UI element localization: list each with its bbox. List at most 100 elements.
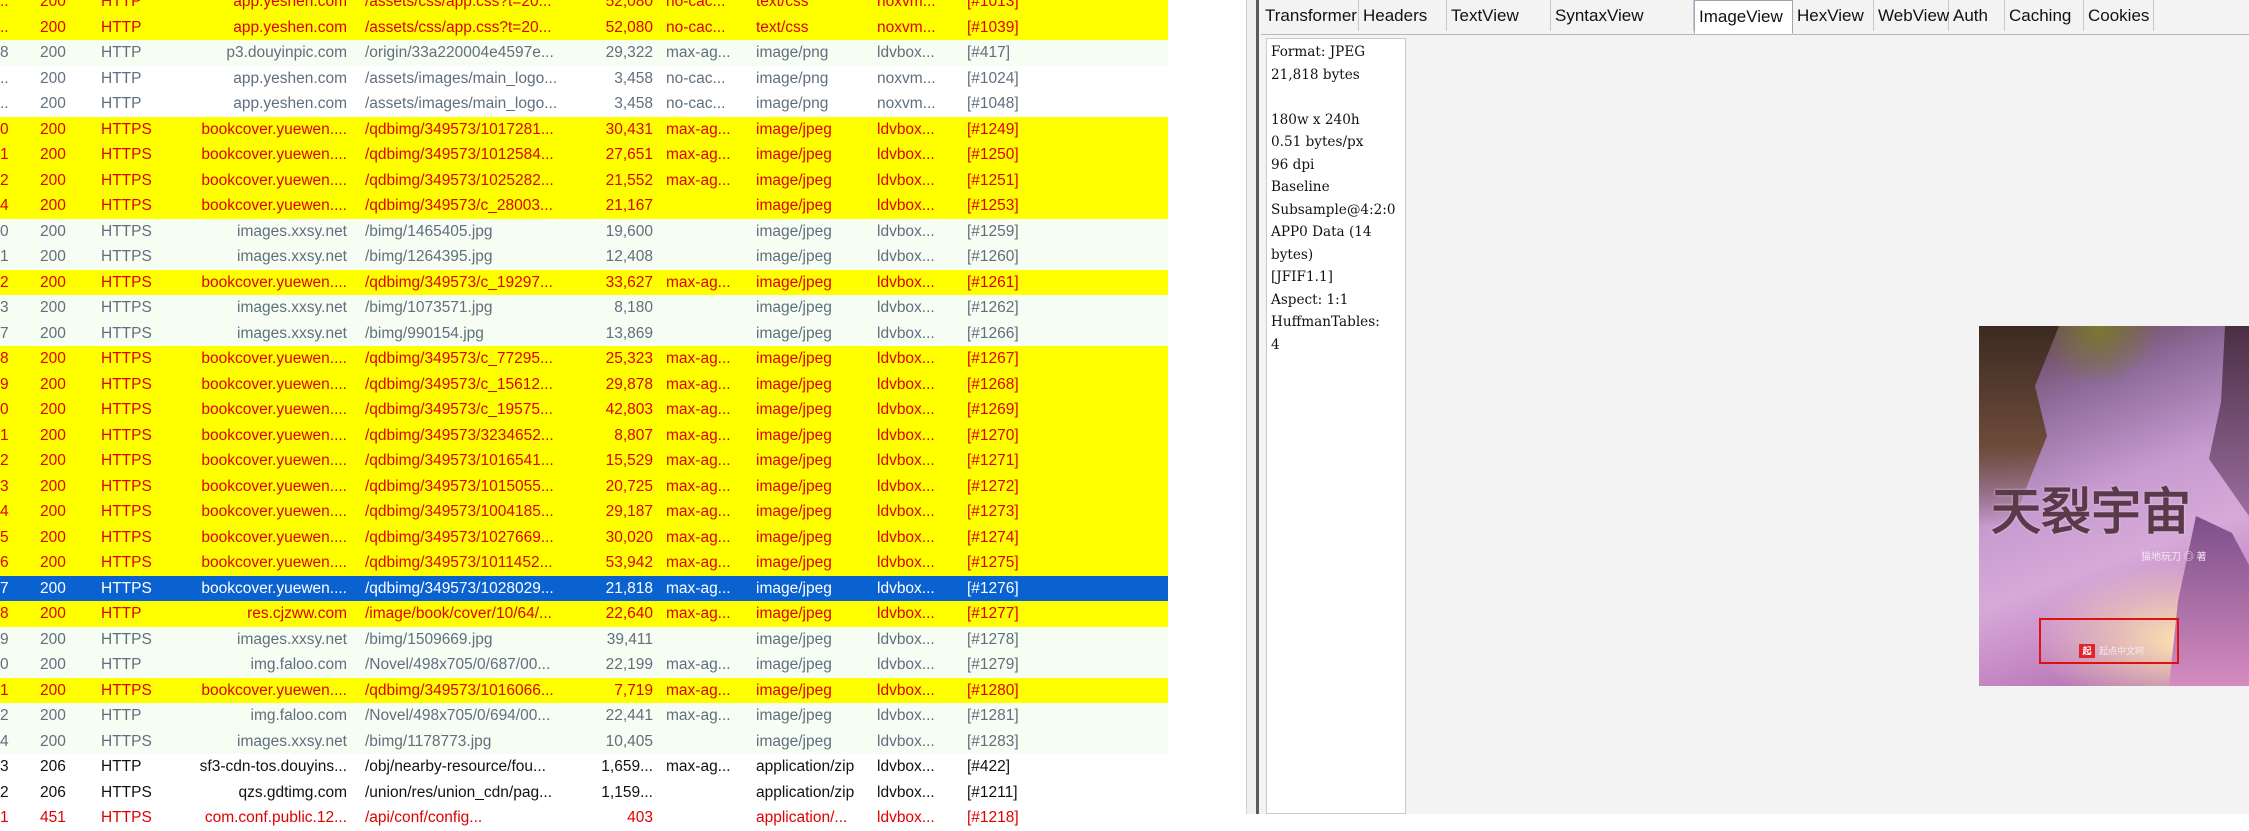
- cell-protocol: HTTPS: [101, 554, 152, 571]
- cell-content-type: application/zip: [756, 783, 855, 801]
- session-row[interactable]: 8 200 HTTP res.cjzww.com/image/book/cover/1…: [0, 601, 1168, 627]
- tab-imageview[interactable]: ImageView: [1694, 0, 1793, 34]
- session-row[interactable]: 1 451 HTTPS com.conf.public.12... /api/conf/…: [0, 805, 1168, 831]
- session-row[interactable]: 6 200 HTTPS bookcover.yuewen.... /qdbimg/349…: [0, 550, 1168, 576]
- tab-transformer[interactable]: Transformer: [1261, 0, 1359, 31]
- session-row[interactable]: 3 200 HTTPS images.xxsy.net/bimg/1073571.jp…: [0, 295, 1168, 321]
- session-row[interactable]: 7 200 HTTPS bookcover.yuewen.... /qdbimg/349…: [0, 575, 1168, 601]
- cell-body: 8,180: [614, 299, 653, 316]
- session-row[interactable]: 3 200 HTTPS bookcover.yuewen.... /qdbimg/349…: [0, 473, 1168, 499]
- session-row[interactable]: 4 200 HTTPS bookcover.yuewen.... /qdbimg/349…: [0, 499, 1168, 525]
- metadata-line: APP0 Data (14: [1271, 224, 1372, 240]
- cell-custom: [#1267]: [967, 350, 1019, 367]
- session-row[interactable]: 8 200 HTTPS bookcover.yuewen.... /qdbimg/349…: [0, 346, 1168, 372]
- session-row[interactable]: 0 200 HTTP img.faloo.com/Novel/498x705/0/68…: [0, 652, 1168, 678]
- cell-caching: max-ag...: [666, 656, 731, 673]
- tab-headers[interactable]: Headers: [1359, 0, 1447, 31]
- cell-process: noxvm...: [877, 95, 936, 112]
- session-row[interactable]: 1 200 HTTPS bookcover.yuewen.... /qdbimg/349…: [0, 677, 1168, 703]
- session-row[interactable]: 0 200 HTTPS images.xxsy.net/bimg/1465405.jp…: [0, 218, 1168, 244]
- cell-caching: max-ag...: [666, 401, 731, 418]
- cover-title: 天裂宇宙: [1991, 482, 2191, 541]
- session-row[interactable]: 9 200 HTTPS bookcover.yuewen.... /qdbimg/349…: [0, 371, 1168, 397]
- cell-url: /Novel/498x705/0/694/00...: [365, 707, 551, 724]
- session-row[interactable]: 1 200 HTTPS images.xxsy.net/bimg/1264395.jp…: [0, 244, 1168, 270]
- session-row[interactable]: 7 200 HTTPS images.xxsy.net/bimg/990154.jpg…: [0, 320, 1168, 346]
- cell-result: 200: [40, 44, 66, 61]
- cell-host: sf3-cdn-tos.douyins...: [199, 758, 347, 775]
- cell-body: 22,441: [605, 707, 653, 724]
- cell-custom: [#1266]: [967, 324, 1019, 342]
- session-row[interactable]: 8 200 HTTP p3.douyinpic.com/origin/33a22000…: [0, 40, 1168, 66]
- cell-caching: max-ag...: [666, 426, 731, 444]
- cell-result: 200: [40, 528, 66, 546]
- cell-body: 29,322: [605, 44, 653, 61]
- cell-process: ldvbox...: [877, 401, 935, 418]
- session-row[interactable]: 2 200 HTTPS bookcover.yuewen.... /qdbimg/349…: [0, 448, 1168, 474]
- cell-custom: [#1273]: [967, 503, 1019, 520]
- cell-protocol: HTTPS: [101, 681, 152, 699]
- session-row[interactable]: 2 200 HTTPS bookcover.yuewen.... /qdbimg/349…: [0, 269, 1168, 295]
- session-row[interactable]: 1 200 HTTPS bookcover.yuewen.... /qdbimg/349…: [0, 422, 1168, 448]
- pane-splitter[interactable]: [1246, 0, 1259, 814]
- session-row[interactable]: 4 200 HTTPS bookcover.yuewen.... /qdbimg/349…: [0, 193, 1168, 219]
- cell-result: 200: [40, 452, 66, 469]
- cell-protocol: HTTPS: [101, 732, 152, 750]
- session-row[interactable]: 3 206 HTTP sf3-cdn-tos.douyins... /obj/nearb…: [0, 754, 1168, 780]
- session-row[interactable]: 5 200 HTTPS bookcover.yuewen.... /qdbimg/349…: [0, 524, 1168, 550]
- session-row[interactable]: .. 200 HTTP app.yeshen.com/assets/images/ma…: [0, 91, 1168, 117]
- tab-webview[interactable]: WebView: [1874, 0, 1949, 31]
- session-row[interactable]: 2 200 HTTPS bookcover.yuewen.... /qdbimg/349…: [0, 167, 1168, 193]
- cell-url: /qdbimg/349573/1012584...: [365, 146, 554, 163]
- cell-process: ldvbox...: [877, 146, 935, 163]
- cell-host: bookcover.yuewen....: [201, 171, 347, 189]
- tab-cookies[interactable]: Cookies: [2084, 0, 2154, 31]
- cell-url: /bimg/990154.jpg: [365, 324, 484, 342]
- session-row[interactable]: .. 200 HTTP app.yeshen.com/assets/css/app.c…: [0, 0, 1168, 15]
- session-row[interactable]: 2 206 HTTPS qzs.gdtimg.com/union/res/union_…: [0, 779, 1168, 805]
- tab-caching[interactable]: Caching: [2005, 0, 2084, 31]
- cell-content-type: image/jpeg: [756, 299, 832, 316]
- cell-result: 200: [40, 707, 66, 724]
- cell-protocol: HTTPS: [101, 146, 152, 163]
- cell-caching: max-ag...: [666, 375, 731, 393]
- tab-auth[interactable]: Auth: [1949, 0, 2005, 31]
- metadata-line: Subsample@4:2:0: [1271, 201, 1396, 218]
- cell-protocol: HTTP: [101, 44, 142, 61]
- cell-result: 200: [40, 503, 66, 520]
- cell-process: ldvbox...: [877, 809, 935, 826]
- cell-id: 0: [0, 120, 9, 138]
- cell-result: 200: [40, 554, 66, 571]
- session-row[interactable]: 0 200 HTTPS bookcover.yuewen.... /qdbimg/349…: [0, 116, 1168, 142]
- cell-result: 451: [40, 809, 66, 826]
- cell-caching: max-ag...: [666, 350, 731, 367]
- cell-host: bookcover.yuewen....: [201, 146, 347, 163]
- cell-id: 2: [0, 171, 9, 189]
- session-row[interactable]: .. 200 HTTP app.yeshen.com/assets/images/ma…: [0, 65, 1168, 91]
- cell-url: /image/book/cover/10/64/...: [365, 605, 552, 622]
- cell-process: ldvbox...: [877, 579, 935, 597]
- session-row[interactable]: 1 200 HTTPS bookcover.yuewen.... /qdbimg/349…: [0, 142, 1168, 168]
- session-row[interactable]: .. 200 HTTP app.yeshen.com/assets/css/app.c…: [0, 14, 1168, 40]
- cell-url: /assets/images/main_logo...: [365, 95, 558, 112]
- cell-id: ..: [0, 18, 9, 36]
- tab-hexview[interactable]: HexView: [1793, 0, 1874, 31]
- session-row[interactable]: 9 200 HTTPS images.xxsy.net/bimg/1509669.jp…: [0, 626, 1168, 652]
- session-row[interactable]: 4 200 HTTPS images.xxsy.net/bimg/1178773.jp…: [0, 728, 1168, 754]
- cell-content-type: image/jpeg: [756, 375, 832, 393]
- cell-content-type: image/jpeg: [756, 273, 832, 291]
- cell-caching: max-ag...: [666, 579, 731, 597]
- session-row[interactable]: 0 200 HTTPS bookcover.yuewen.... /qdbimg/349…: [0, 397, 1168, 423]
- cell-host: bookcover.yuewen....: [201, 503, 347, 520]
- cell-host: images.xxsy.net: [237, 299, 347, 316]
- cell-id: ..: [0, 0, 9, 10]
- tab-textview[interactable]: TextView: [1447, 0, 1551, 31]
- cell-host: bookcover.yuewen....: [201, 273, 347, 291]
- tab-syntaxview[interactable]: SyntaxView: [1551, 0, 1694, 31]
- cell-process: noxvm...: [877, 18, 936, 36]
- cell-host: images.xxsy.net: [237, 630, 347, 648]
- session-row[interactable]: 2 200 HTTP img.faloo.com/Novel/498x705/0/69…: [0, 703, 1168, 729]
- cell-url: /bimg/1264395.jpg: [365, 248, 493, 265]
- session-list[interactable]: .. 200 HTTP app.yeshen.com/assets/css/app.c…: [0, 0, 1168, 831]
- cell-body: 53,942: [605, 554, 653, 571]
